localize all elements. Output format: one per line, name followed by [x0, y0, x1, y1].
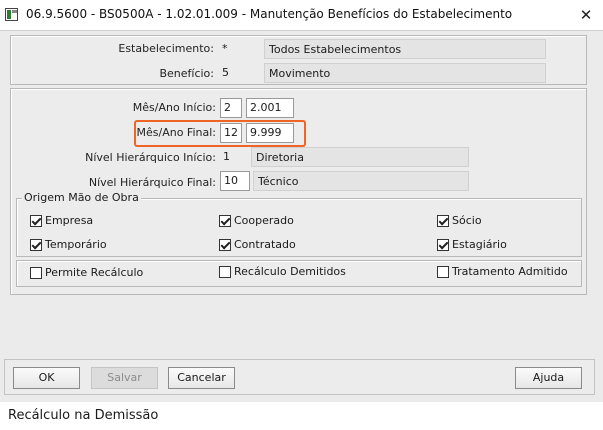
mes-ano-inicio-label: Mês/Ano Início:	[132, 101, 216, 114]
estagiario-checkbox[interactable]: Estagiário	[437, 238, 507, 251]
tratamento-admitido-label: Tratamento Admitido	[452, 265, 568, 278]
ok-button[interactable]: OK	[13, 367, 80, 389]
checkbox-unchecked-icon[interactable]	[437, 265, 449, 278]
highlight-box	[134, 120, 306, 147]
contratado-checkbox[interactable]: Contratado	[219, 238, 296, 251]
temporario-checkbox[interactable]: Temporário	[30, 238, 107, 251]
nivel-final-label: Nível Hierárquico Final:	[88, 176, 216, 189]
button-bar: OK Salvar Cancelar Ajuda	[4, 359, 595, 395]
checkbox-checked-icon[interactable]	[30, 238, 42, 251]
close-icon[interactable]: ✕	[569, 0, 603, 30]
estabelecimento-label: Estabelecimento:	[118, 42, 214, 55]
recalculo-demitidos-checkbox[interactable]: Recálculo Demitidos	[219, 265, 346, 278]
estabelecimento-description: Todos Estabelecimentos	[264, 39, 546, 59]
beneficio-code: 5	[222, 66, 229, 79]
nivel-final-input[interactable]: 10	[220, 171, 250, 191]
checkbox-checked-icon[interactable]	[219, 214, 231, 227]
nivel-inicio-description: Diretoria	[251, 147, 469, 167]
permite-recalculo-checkbox[interactable]: Permite Recálculo	[30, 266, 143, 279]
nivel-inicio-code: 1	[223, 150, 230, 163]
title-bar: 06.9.5600 - BS0500A - 1.02.01.009 - Manu…	[0, 0, 603, 30]
window-title: 06.9.5600 - BS0500A - 1.02.01.009 - Manu…	[26, 7, 513, 21]
cooperado-checkbox[interactable]: Cooperado	[219, 214, 294, 227]
status-bar: Recálculo na Demissão	[0, 402, 603, 430]
origem-legend: Origem Mão de Obra	[22, 191, 141, 204]
ajuda-button[interactable]: Ajuda	[515, 367, 582, 389]
checkbox-unchecked-icon[interactable]	[219, 265, 231, 278]
checkbox-checked-icon[interactable]	[219, 238, 231, 251]
estagiario-label: Estagiário	[452, 238, 507, 251]
permite-recalculo-label: Permite Recálculo	[45, 266, 144, 279]
dialog-client-area: Estabelecimento: * Todos Estabelecimento…	[0, 30, 603, 402]
beneficio-label: Benefício:	[159, 67, 214, 80]
checkbox-checked-icon[interactable]	[30, 214, 42, 227]
checkbox-unchecked-icon[interactable]	[30, 266, 42, 279]
salvar-button[interactable]: Salvar	[91, 367, 158, 389]
estabelecimento-code: *	[222, 42, 228, 55]
empresa-checkbox[interactable]: Empresa	[30, 214, 93, 227]
temporario-label: Temporário	[45, 238, 107, 251]
header-group: Estabelecimento: * Todos Estabelecimento…	[10, 35, 587, 85]
nivel-inicio-label: Nível Hierárquico Início:	[85, 151, 216, 164]
beneficio-description: Movimento	[264, 63, 546, 83]
recalculo-demitidos-label: Recálculo Demitidos	[234, 265, 346, 278]
socio-label: Sócio	[452, 214, 482, 227]
cooperado-label: Cooperado	[234, 214, 294, 227]
checkbox-checked-icon[interactable]	[437, 214, 449, 227]
tratamento-admitido-checkbox[interactable]: Tratamento Admitido	[437, 265, 568, 278]
socio-checkbox[interactable]: Sócio	[437, 214, 482, 227]
status-text: Recálculo na Demissão	[8, 408, 159, 423]
mes-inicio-input[interactable]: 2	[220, 98, 242, 118]
nivel-final-description: Técnico	[253, 171, 469, 191]
cancelar-button[interactable]: Cancelar	[168, 367, 235, 389]
window-app-icon[interactable]	[5, 8, 18, 21]
empresa-label: Empresa	[45, 214, 94, 227]
contratado-label: Contratado	[234, 238, 296, 251]
checkbox-checked-icon[interactable]	[437, 238, 449, 251]
ano-inicio-input[interactable]: 2.001	[246, 98, 294, 118]
